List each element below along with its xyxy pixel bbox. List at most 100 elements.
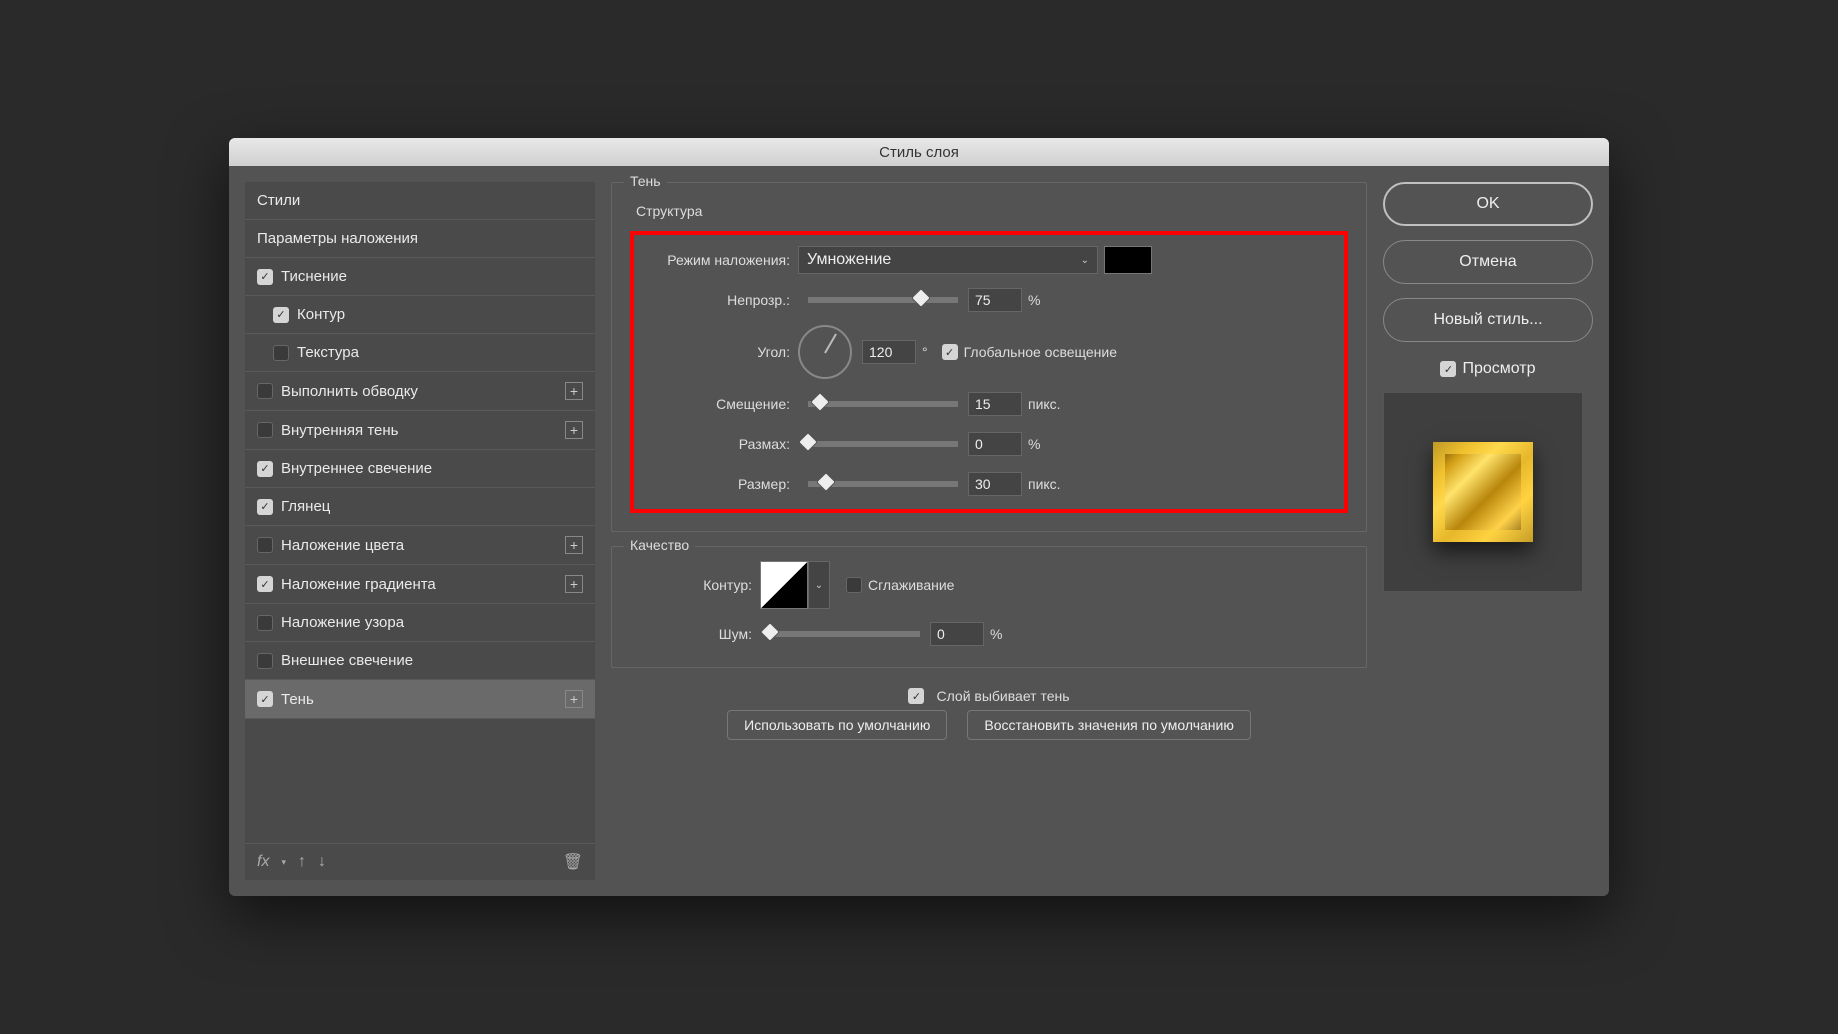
contour-label: Контур: [630, 577, 760, 593]
sidebar-item-5[interactable]: ✓Внутреннее свечение [245, 450, 595, 488]
angle-input[interactable] [862, 340, 916, 364]
style-label: Глянец [281, 498, 583, 515]
style-label: Текстура [297, 344, 583, 361]
styles-header[interactable]: Стили [245, 182, 595, 220]
angle-dial[interactable] [798, 325, 852, 379]
noise-unit: % [990, 626, 1002, 642]
fx-icon[interactable]: fx [257, 853, 269, 871]
right-column: OK Отмена Новый стиль... ✓ Просмотр [1383, 182, 1593, 880]
add-instance-icon[interactable]: + [565, 536, 583, 554]
structure-legend: Структура [636, 203, 1348, 219]
add-instance-icon[interactable]: + [565, 575, 583, 593]
sidebar-item-7[interactable]: Наложение цвета+ [245, 526, 595, 565]
add-instance-icon[interactable]: + [565, 690, 583, 708]
style-label: Наложение узора [281, 614, 583, 631]
style-checkbox[interactable]: ✓ [257, 499, 273, 515]
noise-slider[interactable] [770, 631, 920, 637]
style-checkbox[interactable]: ✓ [257, 461, 273, 477]
style-checkbox[interactable] [257, 422, 273, 438]
style-checkbox[interactable] [273, 345, 289, 361]
arrow-down-icon[interactable]: ↓ [318, 853, 326, 871]
style-label: Тиснение [281, 268, 583, 285]
add-instance-icon[interactable]: + [565, 421, 583, 439]
style-checkbox[interactable] [257, 653, 273, 669]
sidebar-item-3[interactable]: Выполнить обводку+ [245, 372, 595, 411]
style-label: Наложение градиента [281, 576, 565, 593]
new-style-button[interactable]: Новый стиль... [1383, 298, 1593, 342]
chevron-down-icon: ⌄ [1081, 255, 1089, 266]
reset-default-button[interactable]: Восстановить значения по умолчанию [967, 710, 1250, 740]
style-label: Выполнить обводку [281, 383, 565, 400]
style-checkbox[interactable]: ✓ [257, 576, 273, 592]
styles-sidebar: Стили Параметры наложения ✓ Тиснение ✓ Конт… [245, 182, 595, 880]
style-label: Контур [297, 306, 583, 323]
sidebar-item-4[interactable]: Внутренняя тень+ [245, 411, 595, 450]
noise-label: Шум: [630, 626, 760, 642]
size-label: Размер: [648, 476, 798, 492]
styles-header-label: Стили [257, 192, 583, 209]
style-checkbox[interactable]: ✓ [257, 691, 273, 707]
blend-mode-label: Режим наложения: [648, 252, 798, 268]
size-unit: пикс. [1028, 476, 1061, 492]
distance-unit: пикс. [1028, 396, 1061, 412]
antialias-checkbox[interactable] [846, 577, 862, 593]
sidebar-item-11[interactable]: ✓Тень+ [245, 680, 595, 719]
style-checkbox[interactable] [257, 537, 273, 553]
noise-input[interactable] [930, 622, 984, 646]
distance-input[interactable] [968, 392, 1022, 416]
sidebar-item-10[interactable]: Внешнее свечение [245, 642, 595, 680]
sidebar-item-8[interactable]: ✓ Наложение градиента+ [245, 565, 595, 604]
blend-mode-dropdown[interactable]: Умножение ⌄ [798, 246, 1098, 274]
antialias-label: Сглаживание [868, 577, 954, 593]
angle-unit: ° [922, 344, 928, 360]
dialog-title: Стиль слоя [879, 144, 959, 161]
spread-label: Размах: [648, 436, 798, 452]
knockout-label: Слой выбивает тень [936, 688, 1069, 704]
style-checkbox[interactable] [257, 383, 273, 399]
shadow-color-swatch[interactable] [1104, 246, 1152, 274]
cancel-button[interactable]: Отмена [1383, 240, 1593, 284]
trash-icon[interactable]: 🗑 [563, 852, 583, 872]
sidebar-item-0[interactable]: ✓ Тиснение [245, 258, 595, 296]
size-input[interactable] [968, 472, 1022, 496]
style-label: Внутренняя тень [281, 422, 565, 439]
distance-slider[interactable] [808, 401, 958, 407]
style-checkbox[interactable]: ✓ [257, 269, 273, 285]
spread-input[interactable] [968, 432, 1022, 456]
preview-label: Просмотр [1462, 360, 1535, 378]
spread-unit: % [1028, 436, 1040, 452]
make-default-button[interactable]: Использовать по умолчанию [727, 710, 947, 740]
sidebar-item-9[interactable]: Наложение узора [245, 604, 595, 642]
global-light-label: Глобальное освещение [964, 344, 1117, 360]
sidebar-item-2[interactable]: Текстура [245, 334, 595, 372]
sidebar-item-1[interactable]: ✓ Контур [245, 296, 595, 334]
main-panel: Тень Структура Режим наложения: Умножени… [611, 182, 1367, 880]
arrow-up-icon[interactable]: ↑ [298, 853, 306, 871]
styles-list: Стили Параметры наложения ✓ Тиснение ✓ Конт… [245, 182, 595, 843]
style-checkbox[interactable]: ✓ [273, 307, 289, 323]
knockout-checkbox[interactable]: ✓ [908, 688, 924, 704]
opacity-input[interactable] [968, 288, 1022, 312]
sidebar-footer: fx ▾ ↑ ↓ 🗑 [245, 843, 595, 880]
contour-dropdown[interactable]: ⌄ [808, 561, 830, 609]
quality-legend: Качество [624, 537, 695, 553]
add-instance-icon[interactable]: + [565, 382, 583, 400]
opacity-label: Непрозр.: [648, 292, 798, 308]
spread-slider[interactable] [808, 441, 958, 447]
contour-picker[interactable] [760, 561, 808, 609]
angle-label: Угол: [648, 344, 798, 360]
chevron-down-icon[interactable]: ▾ [281, 857, 286, 868]
blending-options[interactable]: Параметры наложения [245, 220, 595, 258]
blending-options-label: Параметры наложения [257, 230, 583, 247]
size-slider[interactable] [808, 481, 958, 487]
preview-box [1383, 392, 1583, 592]
shadow-legend: Тень [624, 173, 667, 189]
opacity-slider[interactable] [808, 297, 958, 303]
style-checkbox[interactable] [257, 615, 273, 631]
sidebar-item-6[interactable]: ✓ Глянец [245, 488, 595, 526]
style-label: Внешнее свечение [281, 652, 583, 669]
global-light-checkbox[interactable]: ✓ [942, 344, 958, 360]
preview-checkbox[interactable]: ✓ [1440, 361, 1456, 377]
ok-button[interactable]: OK [1383, 182, 1593, 226]
titlebar[interactable]: Стиль слоя [229, 138, 1609, 166]
